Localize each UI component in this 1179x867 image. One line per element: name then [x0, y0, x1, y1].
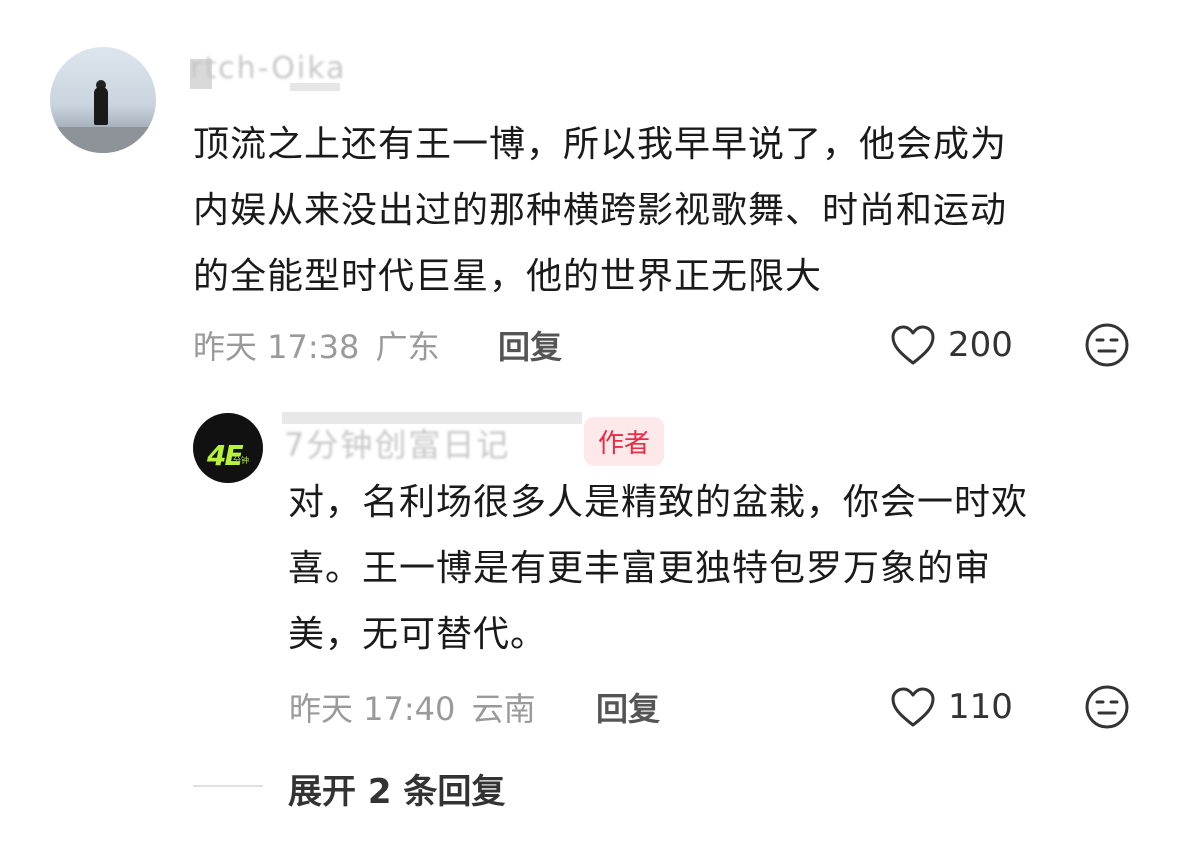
- heart-outline-icon: [891, 687, 935, 727]
- comment-line: 的全能型时代巨星，他的世界正无限大: [193, 256, 823, 297]
- commenter-username[interactable]: rtch-Oika: [190, 51, 370, 95]
- comment-line: 顶流之上还有王一博，所以我早早说了，他会成为: [193, 124, 1008, 165]
- comment-reply-button[interactable]: 回复: [498, 322, 562, 368]
- comment-line: 内娱从来没出过的那种横跨影视歌舞、时尚和运动: [193, 190, 1008, 231]
- commenter-avatar[interactable]: [50, 47, 156, 153]
- reply-like-button[interactable]: 110: [890, 686, 1013, 728]
- reply-line: 对，名利场很多人是精致的盆栽，你会一时欢: [288, 482, 1029, 523]
- comment-location: 广东: [375, 328, 440, 366]
- comment-timestamp: 昨天 17:38 广东: [193, 328, 440, 366]
- expand-divider: [193, 785, 263, 787]
- neutral-face-icon: [1085, 685, 1129, 729]
- reply-emoji-button[interactable]: [1084, 684, 1130, 734]
- expand-replies-button[interactable]: 展开 2 条回复: [288, 764, 505, 813]
- reply-author-username[interactable]: 7分钟创富日记: [282, 412, 582, 464]
- reply-like-count: 110: [948, 687, 1013, 727]
- heart-outline-icon: [891, 325, 935, 365]
- reply-text: 对，名利场很多人是精致的盆栽，你会一时欢 喜。王一博是有更丰富更独特包罗万象的审…: [288, 470, 1148, 668]
- author-badge: 作者: [584, 417, 665, 466]
- comment-like-button[interactable]: 200: [890, 324, 1013, 366]
- comment-text: 顶流之上还有王一博，所以我早早说了，他会成为 内娱从来没出过的那种横跨影视歌舞、…: [193, 112, 1143, 310]
- reply-timestamp: 昨天 17:40 云南: [289, 690, 536, 728]
- neutral-face-icon: [1085, 323, 1129, 367]
- comment-like-count: 200: [948, 325, 1013, 365]
- reply-line: 美，无可替代。: [288, 614, 548, 655]
- reply-location: 云南: [471, 690, 536, 728]
- reply-line: 喜。王一博是有更丰富更独特包罗万象的审: [288, 548, 992, 589]
- reply-reply-button[interactable]: 回复: [596, 684, 660, 730]
- comment-emoji-button[interactable]: [1084, 322, 1130, 372]
- reply-author-avatar[interactable]: 4E 分钟: [193, 413, 263, 483]
